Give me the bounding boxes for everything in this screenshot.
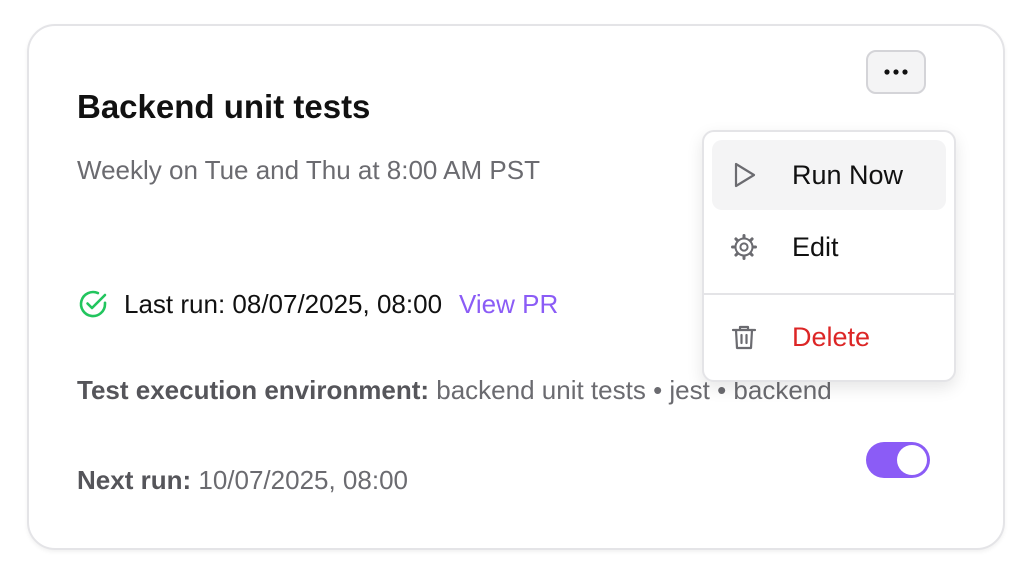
schedule-description: Weekly on Tue and Thu at 8:00 AM PST	[77, 155, 540, 185]
play-icon	[730, 161, 758, 189]
last-run-row: Last run: 08/07/2025, 08:00 View PR	[77, 286, 558, 322]
menu-divider	[704, 293, 954, 295]
trash-icon	[730, 323, 758, 351]
next-run-value: 10/07/2025, 08:00	[198, 465, 408, 495]
next-run: Next run: 10/07/2025, 08:00	[77, 460, 408, 500]
menu-item-label: Run Now	[792, 159, 904, 190]
schedule-toggle[interactable]	[866, 442, 930, 478]
card-title: Backend unit tests	[77, 88, 371, 125]
toggle-knob	[897, 445, 927, 475]
more-options-button[interactable]	[866, 50, 926, 94]
gear-icon	[730, 233, 758, 261]
last-run-text: Last run: 08/07/2025, 08:00	[124, 288, 443, 319]
view-pr-link[interactable]: View PR	[459, 289, 558, 320]
menu-item-delete[interactable]: Delete	[712, 302, 946, 372]
options-menu: Run Now Edit Delete	[702, 130, 956, 382]
menu-item-label: Edit	[792, 231, 839, 262]
menu-item-edit[interactable]: Edit	[712, 212, 946, 282]
check-circle-icon	[77, 288, 109, 320]
ellipsis-icon	[883, 63, 909, 81]
env-label: Test execution environment:	[77, 375, 430, 405]
next-run-label: Next run:	[77, 465, 192, 495]
menu-item-run-now[interactable]: Run Now	[712, 140, 946, 210]
menu-item-label: Delete	[792, 321, 871, 352]
